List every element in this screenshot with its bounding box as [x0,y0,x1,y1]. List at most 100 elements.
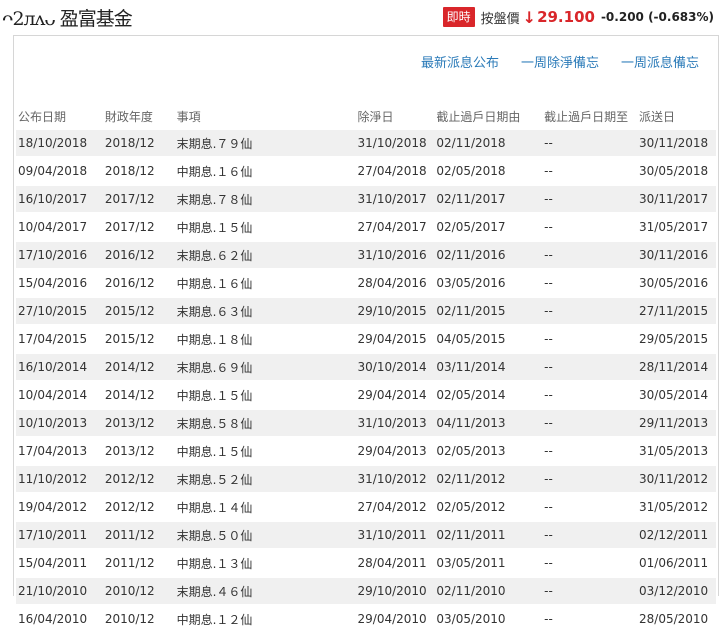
cell-event: 中期息.１５仙 [176,380,358,409]
price-change: -0.200 (-0.683%) [600,10,714,24]
cell-book-close-to: -- [544,520,640,549]
header-bar: ᴖ2ᴫᴧᴗ 盈富基金 即時 按盤價 ↓ 29.100 -0.200 (-0.68… [0,0,720,32]
table-row: 27/10/2015 2015/12 末期息.６３仙 29/10/2015 02/11/… [16,296,716,325]
table-row: 21/10/2010 2010/12 末期息.４６仙 29/10/2010 02/11/… [16,576,716,605]
table-header-row: 公布日期 財政年度 事項 除淨日 截止過戶日期由 截止過戶日期至 派送日 [16,104,716,129]
cell-event: 末期息.６９仙 [176,352,358,381]
cell-event: 末期息.７９仙 [176,128,358,157]
down-arrow-icon: ↓ [522,7,537,27]
cell-book-close-to: -- [544,548,640,577]
link-weekly-ex-date[interactable]: 一周除淨備忘 [521,52,599,71]
cell-event: 中期息.１６仙 [176,156,358,185]
cell-book-close-to: -- [544,212,640,241]
cell-fiscal-year: 2010/12 [104,604,177,632]
cell-fiscal-year: 2014/12 [104,352,177,381]
cell-book-close-from: 02/11/2012 [436,464,545,493]
cell-event: 末期息.５２仙 [176,464,358,493]
cell-announce-date: 10/04/2017 [16,212,105,241]
cell-payout-date: 30/05/2014 [639,380,716,409]
cell-announce-date: 17/04/2015 [16,324,105,353]
price-quote: 即時 按盤價 ↓ 29.100 -0.200 (-0.683%) [442,6,714,28]
cell-fiscal-year: 2012/12 [104,464,177,493]
cell-book-close-to: -- [544,380,640,409]
price-value: 29.100 [537,8,595,26]
cell-fiscal-year: 2013/12 [104,436,177,465]
cell-book-close-from: 02/05/2014 [436,380,545,409]
cell-payout-date: 30/05/2016 [639,268,716,297]
cell-payout-date: 28/05/2010 [639,604,716,632]
cell-book-close-from: 03/05/2016 [436,268,545,297]
table-row: 11/10/2012 2012/12 末期息.５２仙 31/10/2012 02/11/… [16,464,716,493]
page-title: ᴖ2ᴫᴧᴗ 盈富基金 [2,8,133,30]
cell-fiscal-year: 2017/12 [104,184,177,213]
cell-fiscal-year: 2013/12 [104,408,177,437]
live-badge[interactable]: 即時 [442,7,475,27]
cell-ex-date: 28/04/2016 [357,268,437,297]
cell-book-close-from: 02/05/2018 [436,156,545,185]
cell-announce-date: 11/10/2012 [16,464,105,493]
cell-payout-date: 30/11/2012 [639,464,716,493]
cell-book-close-from: 02/11/2010 [436,576,545,605]
cell-ex-date: 31/10/2018 [357,128,437,157]
cell-payout-date: 03/12/2010 [639,576,716,605]
cell-event: 末期息.５８仙 [176,408,358,437]
cell-book-close-to: -- [544,436,640,465]
table-row: 10/04/2014 2014/12 中期息.１５仙 29/04/2014 02/05/… [16,380,716,409]
cell-ex-date: 29/04/2013 [357,436,437,465]
cell-book-close-from: 02/11/2018 [436,128,545,157]
table-row: 16/04/2010 2010/12 中期息.１２仙 29/04/2010 03/05/… [16,604,716,632]
cell-announce-date: 17/10/2016 [16,240,105,269]
cell-fiscal-year: 2010/12 [104,576,177,605]
link-latest-dividend[interactable]: 最新派息公布 [421,52,499,71]
cell-announce-date: 17/04/2013 [16,436,105,465]
cell-announce-date: 16/10/2014 [16,352,105,381]
cell-announce-date: 16/04/2010 [16,604,105,632]
cell-ex-date: 27/04/2012 [357,492,437,521]
cell-announce-date: 17/10/2011 [16,520,105,549]
table-row: 18/10/2018 2018/12 末期息.７９仙 31/10/2018 02/11/… [16,128,716,157]
cell-payout-date: 29/05/2015 [639,324,716,353]
cell-event: 中期息.１６仙 [176,268,358,297]
cell-announce-date: 15/04/2011 [16,548,105,577]
cell-event: 中期息.１４仙 [176,492,358,521]
dividend-panel: 最新派息公布 一周除淨備忘 一周派息備忘 公布日期 財政年度 事項 除淨日 截止… [13,35,719,632]
cell-event: 中期息.１８仙 [176,324,358,353]
quick-links: 最新派息公布 一周除淨備忘 一周派息備忘 [421,52,699,71]
cell-announce-date: 09/04/2018 [16,156,105,185]
cell-event: 中期息.１２仙 [176,604,358,632]
col-announce-date: 公布日期 [18,109,67,124]
cell-book-close-from: 02/11/2015 [436,296,545,325]
cell-event: 中期息.１５仙 [176,212,358,241]
table-row: 10/04/2017 2017/12 中期息.１５仙 27/04/2017 02/05/… [16,212,716,241]
table-row: 15/04/2016 2016/12 中期息.１６仙 28/04/2016 03/05/… [16,268,716,297]
table-row: 16/10/2017 2017/12 末期息.７８仙 31/10/2017 02/11/… [16,184,716,213]
cell-fiscal-year: 2014/12 [104,380,177,409]
cell-fiscal-year: 2015/12 [104,324,177,353]
cell-event: 末期息.６３仙 [176,296,358,325]
cell-ex-date: 28/04/2011 [357,548,437,577]
table-row: 17/10/2011 2011/12 末期息.５０仙 31/10/2011 02/11/… [16,520,716,549]
table-row: 19/04/2012 2012/12 中期息.１４仙 27/04/2012 02/05/… [16,492,716,521]
price-label: 按盤價 [480,11,520,27]
cell-event: 中期息.１３仙 [176,548,358,577]
col-event: 事項 [176,109,201,124]
col-book-close-from: 截止過戶日期由 [436,109,521,124]
cell-book-close-to: -- [544,464,640,493]
link-weekly-payout[interactable]: 一周派息備忘 [621,52,699,71]
cell-book-close-to: -- [544,604,640,632]
cell-event: 末期息.７８仙 [176,184,358,213]
col-book-close-to: 截止過戶日期至 [544,109,629,124]
cell-announce-date: 10/10/2013 [16,408,105,437]
table-row: 15/04/2011 2011/12 中期息.１３仙 28/04/2011 03/05/… [16,548,716,577]
cell-fiscal-year: 2016/12 [104,240,177,269]
cell-book-close-to: -- [544,240,640,269]
cell-ex-date: 31/10/2013 [357,408,437,437]
cell-payout-date: 31/05/2012 [639,492,716,521]
cell-fiscal-year: 2011/12 [104,548,177,577]
cell-ex-date: 29/10/2015 [357,296,437,325]
cell-payout-date: 30/11/2018 [639,128,716,157]
cell-book-close-from: 02/05/2017 [436,212,545,241]
cell-book-close-from: 02/11/2017 [436,184,545,213]
cell-book-close-to: -- [544,576,640,605]
cell-ex-date: 31/10/2011 [357,520,437,549]
